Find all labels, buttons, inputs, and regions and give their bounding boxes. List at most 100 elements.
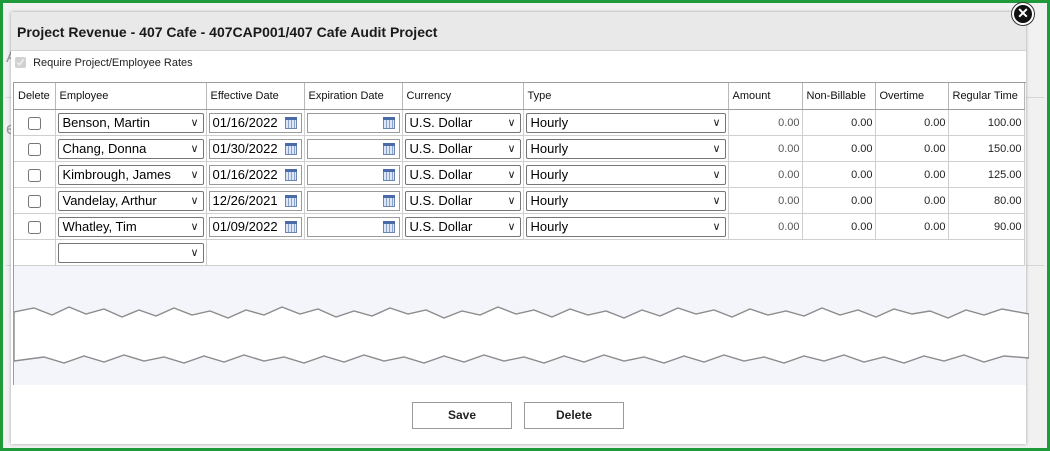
calendar-icon[interactable] bbox=[284, 220, 297, 233]
effective-date-input[interactable]: 01/30/2022 bbox=[208, 138, 302, 159]
table-row: Kimbrough, James ∨ 01/16/2022 U.S. Dollar… bbox=[14, 161, 1025, 188]
delete-row-checkbox[interactable] bbox=[27, 220, 41, 234]
col-header-overtime[interactable]: Overtime bbox=[875, 83, 949, 110]
currency-select[interactable]: U.S. Dollar ∨ bbox=[404, 190, 521, 211]
regular-time-cell[interactable]: 80.00 bbox=[948, 187, 1025, 214]
overtime-cell[interactable]: 0.00 bbox=[875, 109, 949, 136]
col-header-currency[interactable]: Currency bbox=[402, 83, 524, 110]
chevron-down-icon: ∨ bbox=[507, 194, 516, 207]
col-header-amount[interactable]: Amount bbox=[728, 83, 803, 110]
type-select[interactable]: Hourly ∨ bbox=[525, 138, 726, 159]
regular-time-cell[interactable]: 90.00 bbox=[948, 213, 1025, 240]
employee-select[interactable]: Benson, Martin ∨ bbox=[57, 112, 204, 133]
expiration-date-cell bbox=[304, 161, 403, 188]
table-row: Vandelay, Arthur ∨ 12/26/2021 U.S. Dollar… bbox=[14, 187, 1025, 214]
non-billable-cell[interactable]: 0.00 bbox=[802, 161, 876, 188]
non-billable-cell[interactable]: 0.00 bbox=[802, 135, 876, 162]
chevron-down-icon: ∨ bbox=[507, 142, 516, 155]
delete-cell bbox=[14, 187, 56, 214]
calendar-icon[interactable] bbox=[284, 116, 297, 129]
dialog-header: Project Revenue - 407 Cafe - 407CAP001/4… bbox=[11, 12, 1026, 51]
amount-cell[interactable]: 0.00 bbox=[728, 187, 803, 214]
calendar-icon[interactable] bbox=[382, 168, 395, 181]
employee-select[interactable]: Vandelay, Arthur ∨ bbox=[57, 190, 204, 211]
currency-select[interactable]: U.S. Dollar ∨ bbox=[404, 216, 521, 237]
currency-select[interactable]: U.S. Dollar ∨ bbox=[404, 112, 521, 133]
currency-cell: U.S. Dollar ∨ bbox=[402, 187, 524, 214]
calendar-icon[interactable] bbox=[284, 194, 297, 207]
regular-time-cell[interactable]: 100.00 bbox=[948, 109, 1025, 136]
expiration-date-cell bbox=[304, 187, 403, 214]
expiration-date-input[interactable] bbox=[306, 164, 400, 185]
non-billable-cell[interactable]: 0.00 bbox=[802, 187, 876, 214]
calendar-icon[interactable] bbox=[382, 142, 395, 155]
save-button[interactable]: Save bbox=[412, 402, 512, 429]
type-cell: Hourly ∨ bbox=[523, 135, 729, 162]
non-billable-cell[interactable]: 0.00 bbox=[802, 109, 876, 136]
delete-row-checkbox[interactable] bbox=[27, 168, 41, 182]
type-select[interactable]: Hourly ∨ bbox=[525, 190, 726, 211]
effective-date-input[interactable]: 01/16/2022 bbox=[208, 164, 302, 185]
delete-row-checkbox[interactable] bbox=[27, 116, 41, 130]
delete-row-checkbox[interactable] bbox=[27, 194, 41, 208]
expiration-date-input[interactable] bbox=[306, 138, 400, 159]
chevron-down-icon: ∨ bbox=[507, 220, 516, 233]
currency-value: U.S. Dollar bbox=[409, 114, 473, 130]
type-cell: Hourly ∨ bbox=[523, 187, 729, 214]
delete-button[interactable]: Delete bbox=[524, 402, 624, 429]
amount-cell[interactable]: 0.00 bbox=[728, 135, 803, 162]
chevron-down-icon: ∨ bbox=[190, 220, 199, 233]
col-header-non-billable[interactable]: Non-Billable bbox=[802, 83, 876, 110]
calendar-icon[interactable] bbox=[382, 220, 395, 233]
effective-date-input[interactable]: 01/09/2022 bbox=[208, 216, 302, 237]
expiration-date-input[interactable] bbox=[306, 216, 400, 237]
non-billable-cell[interactable]: 0.00 bbox=[802, 213, 876, 240]
expiration-date-input[interactable] bbox=[306, 112, 400, 133]
new-row: ∨ bbox=[14, 239, 1025, 266]
amount-cell[interactable]: 0.00 bbox=[728, 109, 803, 136]
type-value: Hourly bbox=[530, 140, 569, 156]
calendar-icon[interactable] bbox=[382, 194, 395, 207]
effective-date-cell: 01/09/2022 bbox=[206, 213, 305, 240]
calendar-icon[interactable] bbox=[284, 142, 297, 155]
type-select[interactable]: Hourly ∨ bbox=[525, 112, 726, 133]
type-select[interactable]: Hourly ∨ bbox=[525, 216, 726, 237]
regular-time-cell[interactable]: 150.00 bbox=[948, 135, 1025, 162]
chevron-down-icon: ∨ bbox=[712, 142, 721, 155]
expiration-date-input[interactable] bbox=[306, 190, 400, 211]
col-header-regular-time[interactable]: Regular Time bbox=[948, 83, 1025, 110]
col-header-type[interactable]: Type bbox=[523, 83, 729, 110]
overtime-cell[interactable]: 0.00 bbox=[875, 213, 949, 240]
effective-date-value: 01/16/2022 bbox=[212, 114, 278, 130]
delete-row-checkbox[interactable] bbox=[27, 142, 41, 156]
dialog-title: Project Revenue - 407 Cafe - 407CAP001/4… bbox=[17, 24, 438, 40]
effective-date-input[interactable]: 01/16/2022 bbox=[208, 112, 302, 133]
close-icon[interactable]: ✕ bbox=[1012, 3, 1034, 25]
chevron-down-icon: ∨ bbox=[712, 116, 721, 129]
employee-select[interactable]: Kimbrough, James ∨ bbox=[57, 164, 204, 185]
amount-cell[interactable]: 0.00 bbox=[728, 213, 803, 240]
effective-date-cell: 01/30/2022 bbox=[206, 135, 305, 162]
currency-select[interactable]: U.S. Dollar ∨ bbox=[404, 164, 521, 185]
new-employee-select[interactable]: ∨ bbox=[57, 242, 204, 263]
calendar-icon[interactable] bbox=[382, 116, 395, 129]
overtime-cell[interactable]: 0.00 bbox=[875, 161, 949, 188]
employee-select[interactable]: Chang, Donna ∨ bbox=[57, 138, 204, 159]
currency-cell: U.S. Dollar ∨ bbox=[402, 161, 524, 188]
overtime-cell[interactable]: 0.00 bbox=[875, 187, 949, 214]
col-header-delete[interactable]: Delete bbox=[14, 83, 56, 110]
currency-select[interactable]: U.S. Dollar ∨ bbox=[404, 138, 521, 159]
type-select[interactable]: Hourly ∨ bbox=[525, 164, 726, 185]
col-header-expiration-date[interactable]: Expiration Date bbox=[304, 83, 403, 110]
employee-select[interactable]: Whatley, Tim ∨ bbox=[57, 216, 204, 237]
effective-date-input[interactable]: 12/26/2021 bbox=[208, 190, 302, 211]
regular-time-cell[interactable]: 125.00 bbox=[948, 161, 1025, 188]
col-header-employee[interactable]: Employee bbox=[55, 83, 207, 110]
overtime-cell[interactable]: 0.00 bbox=[875, 135, 949, 162]
require-rates-checkbox[interactable] bbox=[15, 57, 26, 68]
col-header-effective-date[interactable]: Effective Date bbox=[206, 83, 305, 110]
table-row: Benson, Martin ∨ 01/16/2022 U.S. Dollar ∨ … bbox=[14, 109, 1025, 136]
type-cell: Hourly ∨ bbox=[523, 213, 729, 240]
calendar-icon[interactable] bbox=[284, 168, 297, 181]
amount-cell[interactable]: 0.00 bbox=[728, 161, 803, 188]
